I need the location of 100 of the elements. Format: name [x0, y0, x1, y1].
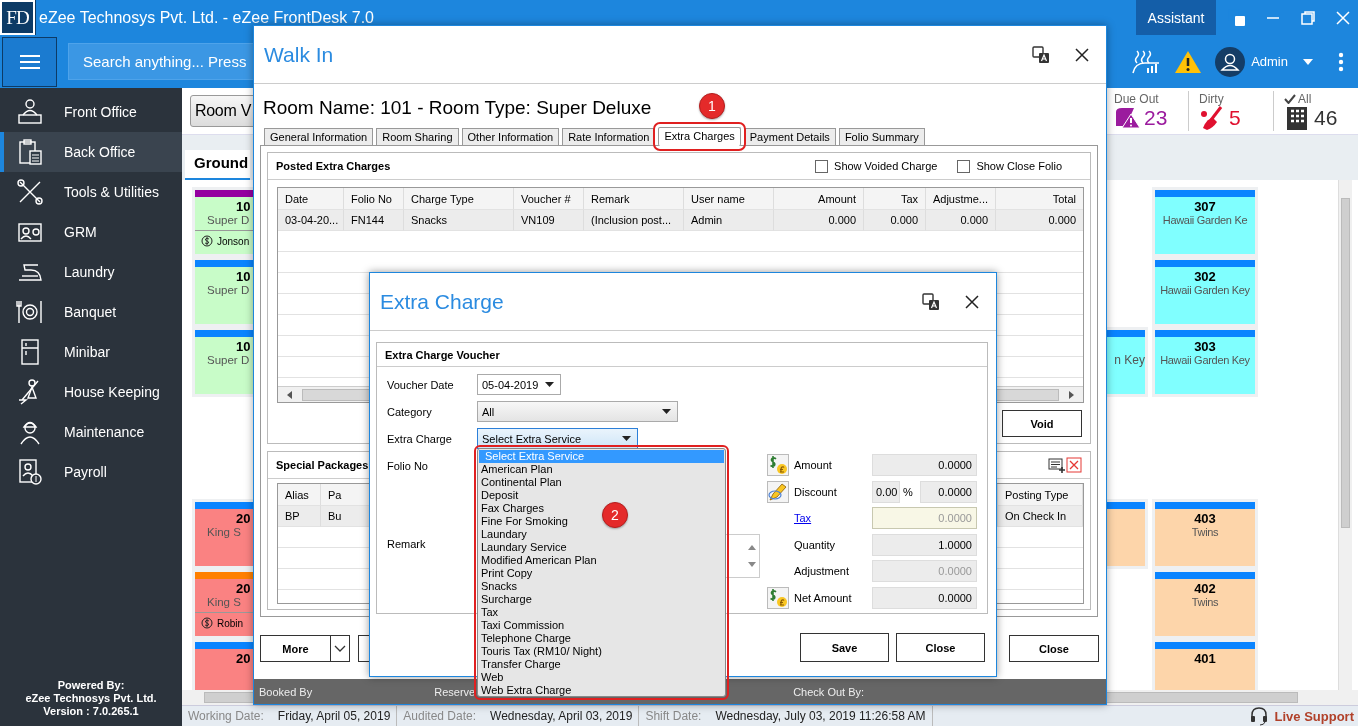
room-card[interactable]: 10 Super D Jonson	[195, 190, 253, 254]
sidebar-item[interactable]: Minibar	[0, 332, 182, 372]
close-button[interactable]: Close	[896, 633, 985, 662]
checkbox-label: Show Voided Charge	[834, 160, 938, 172]
list-item[interactable]: Tax	[479, 606, 724, 619]
sidebar-item[interactable]: Maintenance	[0, 412, 182, 452]
tab[interactable]: Payment Details	[743, 128, 836, 145]
scroll-down-icon[interactable]	[747, 562, 756, 567]
vertical-scrollbar[interactable]	[1338, 180, 1352, 690]
tab[interactable]: Folio Summary	[838, 128, 925, 145]
room-card[interactable]: 303 Hawaii Garden Key	[1155, 330, 1255, 394]
close-icon[interactable]	[964, 293, 980, 310]
restore-icon[interactable]	[1300, 9, 1316, 26]
room-card[interactable]: 20 King S Robin	[195, 572, 253, 636]
list-item[interactable]: Deposit	[479, 489, 724, 502]
building-icon	[1284, 105, 1310, 131]
table-cell: 0.000	[926, 210, 996, 231]
menu-button[interactable]	[2, 36, 57, 87]
table-cell: Snacks	[404, 210, 514, 231]
amount-field[interactable]: 0.0000	[872, 586, 977, 609]
warning-icon[interactable]	[1174, 49, 1203, 74]
scroll-up-icon[interactable]	[747, 545, 756, 550]
status-label: Shift Date:	[645, 709, 702, 723]
room-number: 302	[1193, 269, 1217, 284]
stat-count: 23	[1144, 106, 1168, 130]
room-type: King S	[206, 526, 242, 539]
room-card[interactable]: 307 Hawaii Garden Ke	[1155, 190, 1255, 254]
save-button[interactable]: Save	[800, 633, 889, 662]
combo-box[interactable]: All	[477, 401, 678, 422]
close-icon[interactable]	[1074, 46, 1090, 63]
list-item[interactable]: Telephone Charge	[479, 632, 724, 645]
room-card[interactable]: 20	[195, 642, 253, 690]
desk-person-icon	[16, 98, 44, 126]
list-item[interactable]: Web Extra Charge	[479, 684, 724, 697]
room-card[interactable]: 401	[1155, 642, 1255, 690]
list-item[interactable]: American Plan	[479, 463, 724, 476]
scroll-right-icon[interactable]	[1067, 390, 1075, 399]
add-row-icon[interactable]	[1048, 457, 1066, 474]
sidebar-item[interactable]: Back Office	[0, 132, 182, 172]
live-support-link[interactable]: Live Support	[1274, 708, 1354, 724]
tab[interactable]: Rate Information	[562, 128, 656, 145]
more-icon[interactable]	[1338, 51, 1344, 72]
room-card[interactable]	[1107, 502, 1145, 566]
info-label: Reserve	[434, 685, 476, 698]
tab[interactable]: Other Information	[461, 128, 560, 145]
more-button[interactable]: More	[260, 635, 330, 662]
list-item[interactable]: Touris Tax (RM10/ Night)	[479, 645, 724, 658]
room-card[interactable]: 403 Twins	[1155, 502, 1255, 566]
assistant-button[interactable]: Assistant	[1136, 0, 1216, 35]
percent-field[interactable]: 0.00	[872, 480, 900, 503]
user-avatar-icon[interactable]	[1215, 46, 1246, 77]
list-item[interactable]: Laundary	[479, 528, 724, 541]
user-name[interactable]: Admin	[1251, 54, 1288, 69]
list-item[interactable]: Laundary Service	[479, 541, 724, 554]
sidebar-item[interactable]: House Keeping	[0, 372, 182, 412]
dropdown-button[interactable]	[330, 635, 350, 662]
room-card[interactable]: 402 Twins	[1155, 572, 1255, 636]
room-card[interactable]: 10 Super D	[195, 260, 253, 324]
room-card[interactable]: 302 Hawaii Garden Key	[1155, 260, 1255, 324]
sidebar-item[interactable]: GRM	[0, 212, 182, 252]
caret-icon[interactable]	[1302, 57, 1314, 66]
stat-label: Dirty	[1199, 91, 1224, 106]
headset-icon	[1248, 706, 1269, 726]
sidebar-item[interactable]: Payroll	[0, 452, 182, 492]
checkbox[interactable]	[957, 159, 971, 173]
dropdown-list[interactable]	[477, 448, 726, 697]
list-item[interactable]: Web	[479, 671, 724, 684]
delete-icon[interactable]	[1066, 457, 1082, 474]
list-item[interactable]: Taxi Commission	[479, 619, 724, 632]
list-item[interactable]: Transfer Charge	[479, 658, 724, 671]
checkbox[interactable]	[815, 159, 829, 173]
amount-field[interactable]: 0.0000	[920, 480, 977, 503]
tab[interactable]: General Information	[264, 128, 374, 145]
heater-icon[interactable]	[1131, 48, 1162, 75]
amount-field[interactable]: 1.0000	[872, 533, 977, 556]
room-card[interactable]: 20 King S	[195, 502, 253, 566]
list-item[interactable]: Surcharge	[479, 593, 724, 606]
date-field[interactable]: 05-04-2019	[477, 374, 561, 395]
sidebar-item[interactable]: Tools & Utilities	[0, 172, 182, 212]
window-title: eZee Technosys Pvt. Ltd. - eZee FrontDesk 7.0	[39, 8, 374, 27]
room-card[interactable]: n Key	[1107, 330, 1145, 394]
sidebar-item[interactable]: Front Office	[0, 92, 182, 132]
list-item[interactable]: Print Copy	[479, 567, 724, 580]
field-label: Net Amount	[794, 591, 853, 604]
list-item[interactable]: Modified American Plan	[479, 554, 724, 567]
mop-icon	[1199, 105, 1225, 131]
close-button[interactable]: Close	[1009, 635, 1099, 662]
list-item[interactable]: Snacks	[479, 580, 724, 593]
amount-field[interactable]: 0.0000	[872, 454, 977, 477]
void-button[interactable]: Void	[1002, 410, 1082, 437]
list-item[interactable]: Continental Plan	[479, 476, 724, 489]
scroll-left-icon[interactable]	[286, 390, 294, 399]
status-value: Wednesday, July 03, 2019 11:26:58 AM	[715, 709, 926, 723]
floor-tab[interactable]: Ground	[185, 150, 250, 180]
room-card[interactable]: 10 Super D	[195, 330, 253, 394]
sidebar-item[interactable]: Banquet	[0, 292, 182, 332]
sidebar-item[interactable]: Laundry	[0, 252, 182, 292]
room-type: Hawaii Garden Ke	[1161, 214, 1249, 227]
tab[interactable]: Room Sharing	[376, 128, 459, 145]
table-cell: (Inclusion post...	[584, 210, 684, 231]
